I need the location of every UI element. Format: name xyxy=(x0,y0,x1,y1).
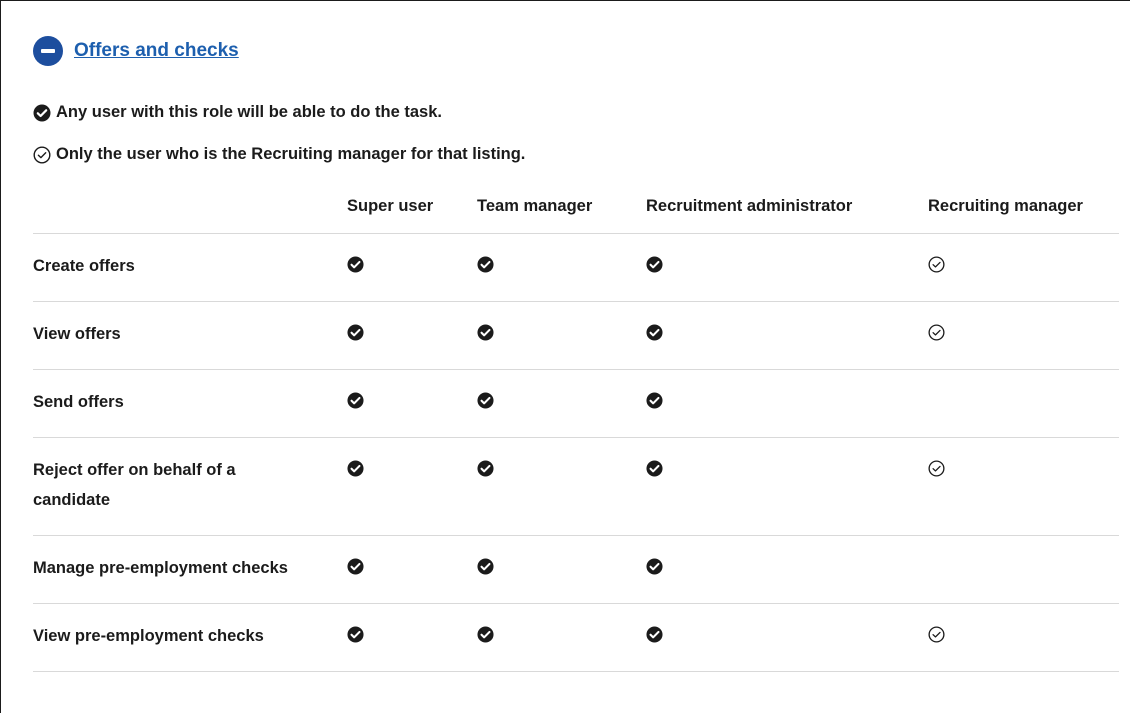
check-circle-filled-icon xyxy=(646,626,928,643)
check-circle-filled-icon xyxy=(347,460,477,477)
check-circle-filled-icon xyxy=(347,256,477,273)
check-circle-filled-icon xyxy=(347,392,477,409)
permission-cell-super-user xyxy=(347,369,477,438)
check-circle-filled-icon xyxy=(646,558,928,575)
check-circle-filled-icon xyxy=(477,558,646,575)
table-row: Create offers xyxy=(33,233,1119,302)
permission-cell-team-manager xyxy=(477,535,646,604)
permission-cell-recruiting-manager xyxy=(928,603,1119,672)
check-circle-filled-icon xyxy=(477,324,646,341)
table-row: Send offers xyxy=(33,369,1119,438)
permission-cell-recruiting-manager xyxy=(928,301,1119,370)
check-circle-filled-icon xyxy=(477,392,646,409)
column-header-recruitment-administrator: Recruitment administrator xyxy=(646,180,928,234)
table-row: Reject offer on behalf of a candidate xyxy=(33,437,1119,536)
check-circle-filled-icon xyxy=(477,256,646,273)
legend-only-user-text: Only the user who is the Recruiting mana… xyxy=(56,145,526,163)
permission-cell-team-manager xyxy=(477,603,646,672)
permission-cell-recruiting-manager xyxy=(928,437,1119,536)
check-circle-filled-icon xyxy=(347,558,477,575)
permission-cell-recruitment-administrator xyxy=(646,369,928,438)
check-circle-filled-icon xyxy=(646,392,928,409)
task-label: View offers xyxy=(33,301,347,370)
table-header-row: Super user Team manager Recruitment admi… xyxy=(33,180,1119,234)
legend-only-user: Only the user who is the Recruiting mana… xyxy=(33,145,525,164)
permission-cell-super-user xyxy=(347,301,477,370)
permissions-table: Super user Team manager Recruitment admi… xyxy=(33,180,1119,672)
permission-cell-team-manager xyxy=(477,301,646,370)
permission-cell-team-manager xyxy=(477,437,646,536)
task-label: Reject offer on behalf of a candidate xyxy=(33,437,347,536)
table-row: View offers xyxy=(33,301,1119,370)
check-circle-filled-icon xyxy=(646,256,928,273)
check-circle-filled-icon xyxy=(477,460,646,477)
legend-any-user-text: Any user with this role will be able to … xyxy=(56,103,442,121)
minus-circle-icon[interactable] xyxy=(33,36,63,66)
column-header-recruiting-manager: Recruiting manager xyxy=(928,180,1119,234)
permission-cell-super-user xyxy=(347,233,477,302)
task-label: Manage pre-employment checks xyxy=(33,535,347,604)
permission-cell-recruiting-manager xyxy=(928,369,1119,438)
check-circle-outline-icon xyxy=(928,626,1119,643)
permission-cell-team-manager xyxy=(477,233,646,302)
task-label: View pre-employment checks xyxy=(33,603,347,672)
permission-cell-super-user xyxy=(347,535,477,604)
permission-cell-super-user xyxy=(347,437,477,536)
check-circle-outline-icon xyxy=(928,460,1119,477)
task-label: Create offers xyxy=(33,233,347,302)
check-circle-filled-icon xyxy=(646,460,928,477)
legend-any-user: Any user with this role will be able to … xyxy=(33,103,442,122)
column-header-super-user: Super user xyxy=(347,180,477,234)
permission-cell-recruitment-administrator xyxy=(646,535,928,604)
permission-cell-recruitment-administrator xyxy=(646,233,928,302)
check-circle-filled-icon xyxy=(646,324,928,341)
column-header-task xyxy=(33,180,347,234)
check-circle-filled-icon xyxy=(347,324,477,341)
check-circle-filled-icon xyxy=(347,626,477,643)
table-row: Manage pre-employment checks xyxy=(33,535,1119,604)
column-header-team-manager: Team manager xyxy=(477,180,646,234)
task-label: Send offers xyxy=(33,369,347,438)
check-circle-outline-icon xyxy=(928,324,1119,341)
check-circle-outline-icon xyxy=(928,256,1119,273)
permission-cell-recruitment-administrator xyxy=(646,437,928,536)
permission-cell-recruitment-administrator xyxy=(646,603,928,672)
permission-cell-recruiting-manager xyxy=(928,233,1119,302)
permission-cell-recruitment-administrator xyxy=(646,301,928,370)
check-circle-filled-icon xyxy=(477,626,646,643)
permission-cell-super-user xyxy=(347,603,477,672)
permission-cell-recruiting-manager xyxy=(928,535,1119,604)
check-circle-outline-icon xyxy=(33,145,51,164)
permission-cell-team-manager xyxy=(477,369,646,438)
section-title-link[interactable]: Offers and checks xyxy=(74,40,239,62)
table-row: View pre-employment checks xyxy=(33,603,1119,672)
check-circle-filled-icon xyxy=(33,104,51,121)
section-header: Offers and checks xyxy=(33,36,239,66)
